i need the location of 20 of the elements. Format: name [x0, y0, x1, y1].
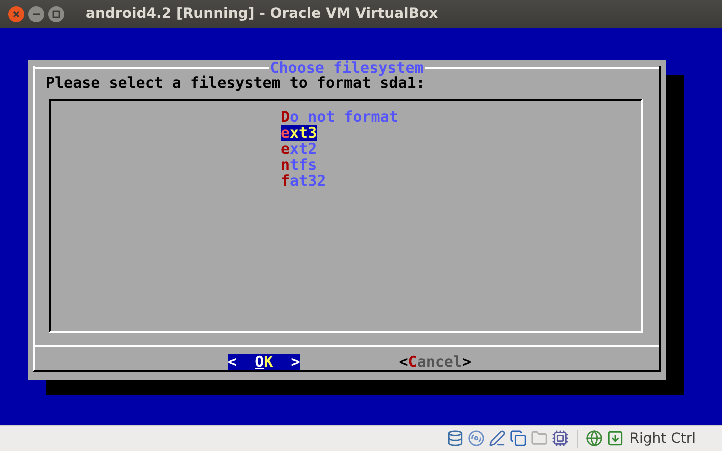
minimize-icon[interactable] [28, 6, 45, 22]
cancel-button[interactable]: <Cancel> [399, 354, 472, 370]
chip-icon[interactable] [552, 430, 569, 447]
dialog-title: Choose filesystem [270, 60, 425, 76]
filesystem-option[interactable]: ntfs [281, 157, 318, 173]
close-icon[interactable] [8, 6, 25, 22]
globe-icon[interactable] [586, 430, 603, 447]
prompt-text: Please select a filesystem to format sda1: [46, 75, 426, 91]
window-title: android4.2 [Running] - Oracle VM VirtualBox [86, 6, 438, 22]
ok-button[interactable]: < OK > [228, 354, 300, 370]
hard-disk-icon[interactable] [446, 430, 464, 447]
filesystem-option[interactable]: fat32 [281, 173, 326, 189]
maximize-icon[interactable] [48, 6, 65, 22]
filesystem-option[interactable]: Do not format [281, 109, 398, 125]
filesystem-option[interactable]: ext2 [281, 141, 318, 157]
filesystem-option[interactable]: ext3 [281, 125, 318, 141]
pen-icon[interactable] [488, 430, 506, 447]
optical-disc-icon[interactable] [468, 430, 485, 447]
windows-icon[interactable] [510, 430, 527, 447]
host-key-label: Right Ctrl [630, 430, 696, 446]
